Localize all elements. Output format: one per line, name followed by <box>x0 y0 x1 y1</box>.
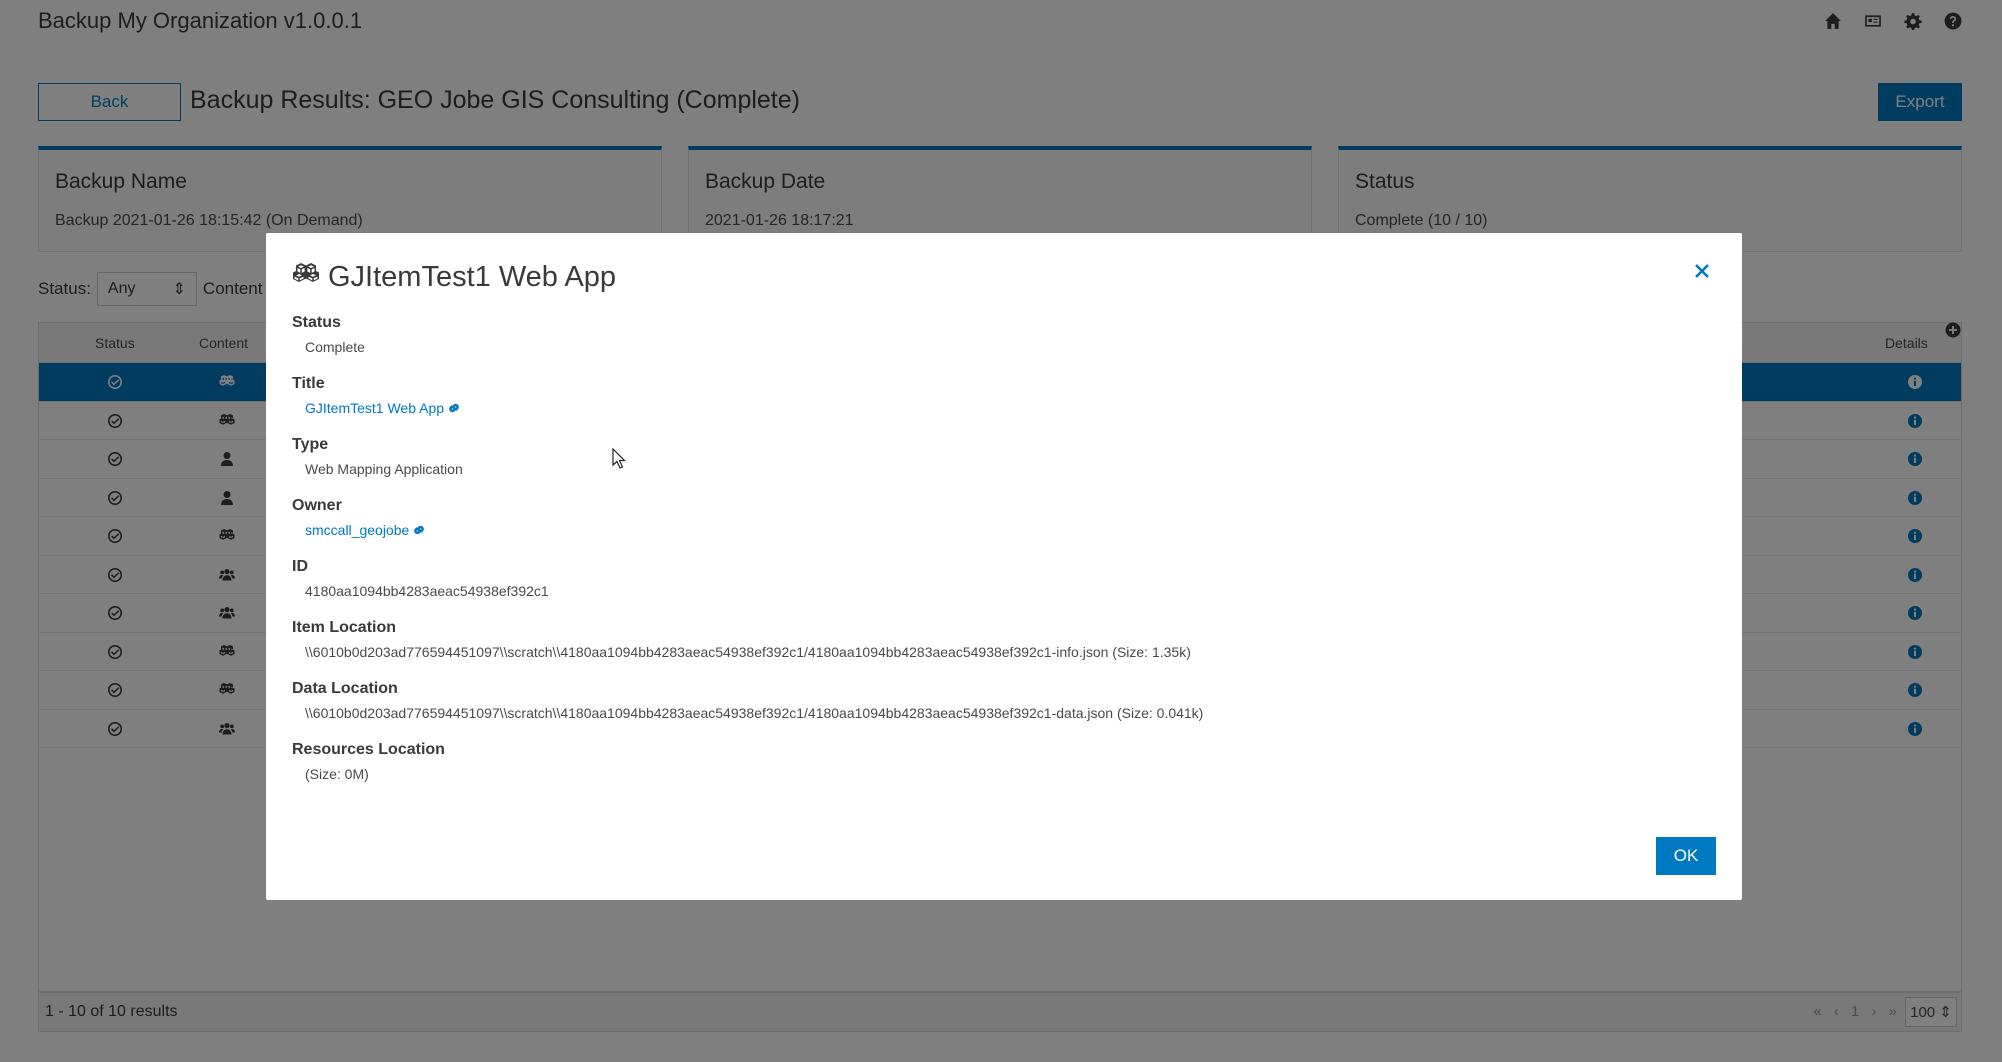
item-location-label: Item Location <box>292 619 397 636</box>
mouse-cursor-icon <box>612 447 628 470</box>
detail-field: Type Web Mapping Application <box>292 435 1203 496</box>
status-label: Status <box>292 314 341 331</box>
resources-location-value: (Size: 0M) <box>305 766 369 782</box>
owner-value[interactable]: smccall_geojobe <box>305 522 409 538</box>
title-link[interactable]: GJItemTest1 Web App <box>305 398 1203 418</box>
link-icon[interactable] <box>447 400 461 414</box>
data-location-value: \\6010b0d203ad776594451097\\scratch\\418… <box>305 705 1204 721</box>
detail-field: Data Location \\6010b0d203ad776594451097\… <box>292 679 1203 740</box>
link-icon[interactable] <box>412 522 426 536</box>
modal-header: GJItemTest1 Web App <box>292 261 616 294</box>
resources-location-label: Resources Location <box>292 741 445 758</box>
type-value: Web Mapping Application <box>305 461 463 477</box>
title-value[interactable]: GJItemTest1 Web App <box>305 400 444 416</box>
modal-fields: Status Complete Title GJItemTest1 Web App Ty… <box>292 313 1203 801</box>
detail-field: Resources Location (Size: 0M) <box>292 740 1203 801</box>
data-location-label: Data Location <box>292 680 398 697</box>
detail-field: Status Complete <box>292 313 1203 374</box>
close-icon[interactable] <box>1692 261 1712 281</box>
type-label: Type <box>292 436 329 453</box>
id-value: 4180aa1094bb4283aeac54938ef392c1 <box>305 583 549 599</box>
detail-field: Item Location \\6010b0d203ad776594451097\… <box>292 618 1203 679</box>
detail-field: Title GJItemTest1 Web App <box>292 374 1203 435</box>
id-label: ID <box>292 558 308 575</box>
modal-title: GJItemTest1 Web App <box>328 261 616 293</box>
owner-label: Owner <box>292 497 342 514</box>
title-label: Title <box>292 375 325 392</box>
cubes-icon <box>292 262 320 293</box>
ok-button[interactable]: OK <box>1656 837 1716 875</box>
owner-link[interactable]: smccall_geojobe <box>305 520 1203 540</box>
detail-field: ID 4180aa1094bb4283aeac54938ef392c1 <box>292 557 1203 618</box>
detail-field: Owner smccall_geojobe <box>292 496 1203 557</box>
item-details-modal: GJItemTest1 Web App Status Complete Title G… <box>266 233 1742 900</box>
item-location-value: \\6010b0d203ad776594451097\\scratch\\418… <box>305 644 1191 660</box>
status-value: Complete <box>305 339 365 355</box>
